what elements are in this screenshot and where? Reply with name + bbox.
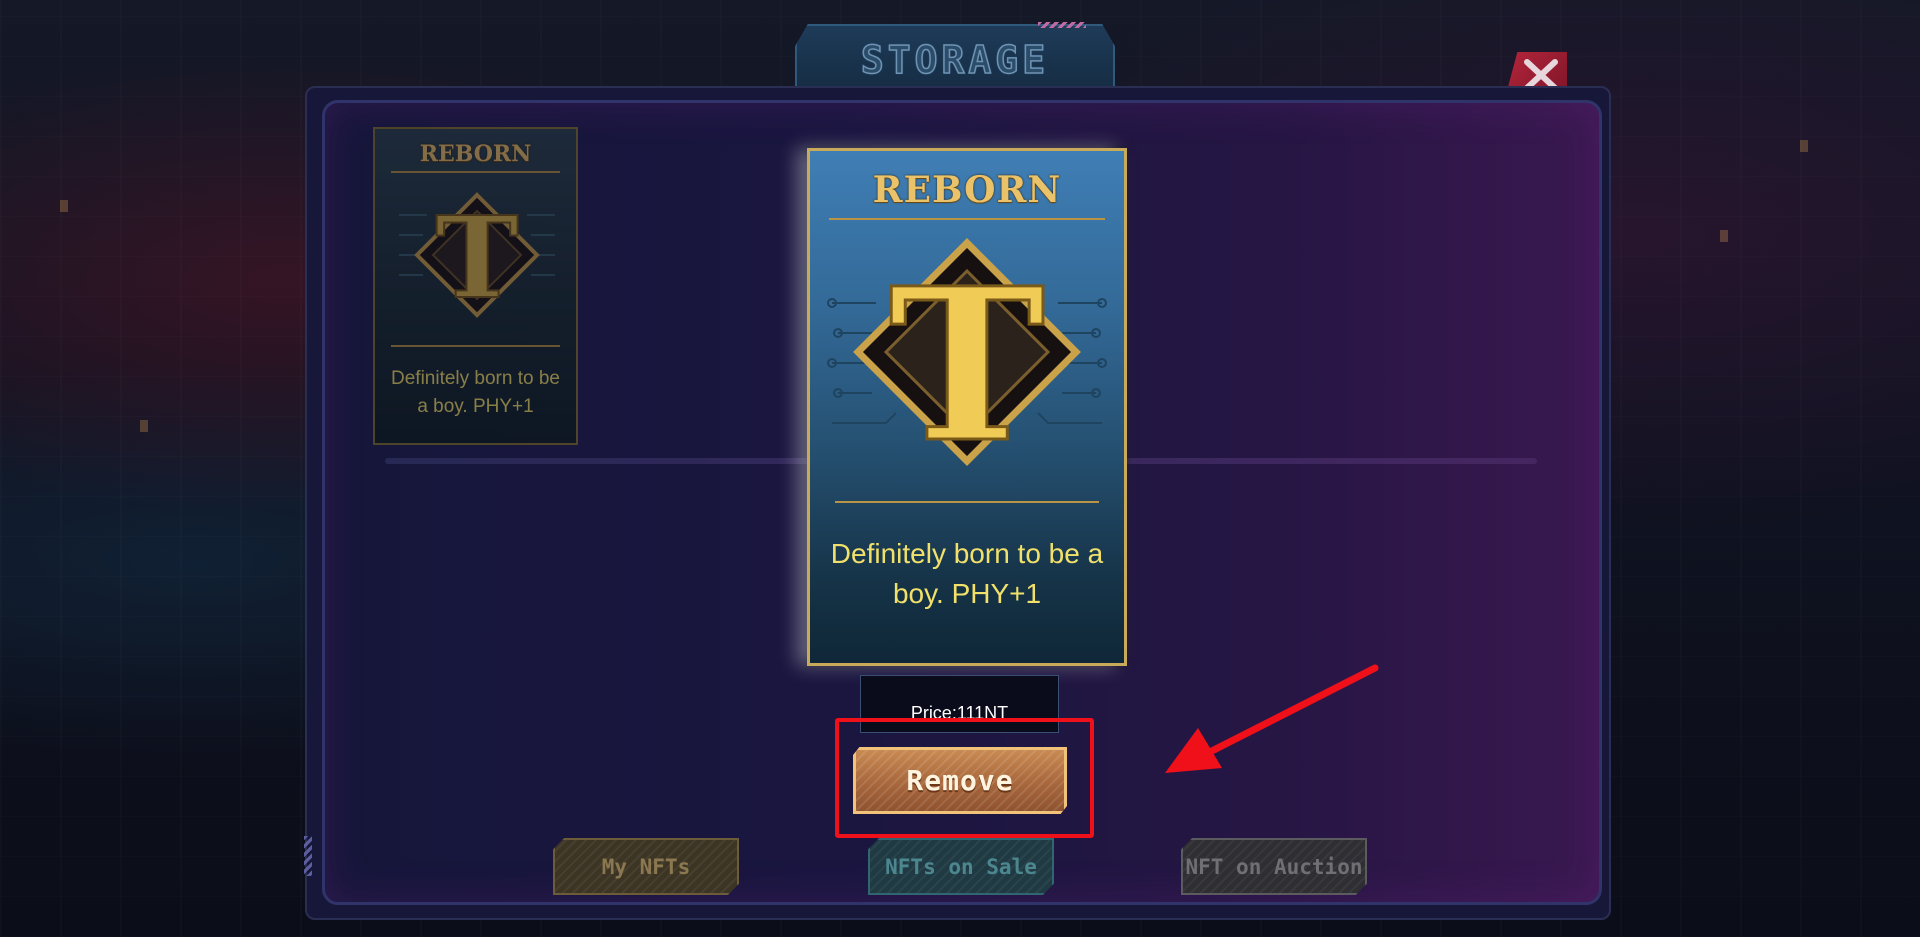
nft-card-selected[interactable]: REBORN T Definitely born to be a boy. PH… bbox=[807, 148, 1127, 666]
tab-nfts-on-sale[interactable]: NFTs on Sale bbox=[868, 838, 1054, 895]
background-light bbox=[1800, 140, 1808, 152]
title-deco bbox=[1038, 22, 1086, 28]
card-rule bbox=[828, 218, 1106, 220]
card-dim-overlay bbox=[375, 129, 576, 443]
remove-button-label: Remove bbox=[906, 764, 1014, 797]
page-title: STORAGE bbox=[860, 37, 1050, 83]
panel-corner-deco bbox=[304, 836, 312, 876]
emblem-letter: T bbox=[889, 242, 1045, 473]
annotation-arrow-icon bbox=[1165, 664, 1379, 773]
background-light bbox=[60, 200, 68, 212]
remove-button[interactable]: Remove bbox=[853, 747, 1067, 814]
background-light bbox=[140, 420, 148, 432]
card-rule bbox=[835, 501, 1099, 503]
tab-my-nfts[interactable]: My NFTs bbox=[553, 838, 739, 895]
card-logo: REBORN bbox=[872, 169, 1062, 211]
card-description: Definitely born to be a boy. PHY+1 bbox=[830, 538, 1104, 609]
background-light bbox=[1720, 230, 1728, 242]
nft-card-thumbnail[interactable]: REBORN T Definitely born to be a boy. PH… bbox=[373, 127, 578, 445]
tab-nft-on-auction[interactable]: NFT on Auction bbox=[1181, 838, 1367, 895]
reborn-emblem-icon: T bbox=[827, 238, 1107, 473]
